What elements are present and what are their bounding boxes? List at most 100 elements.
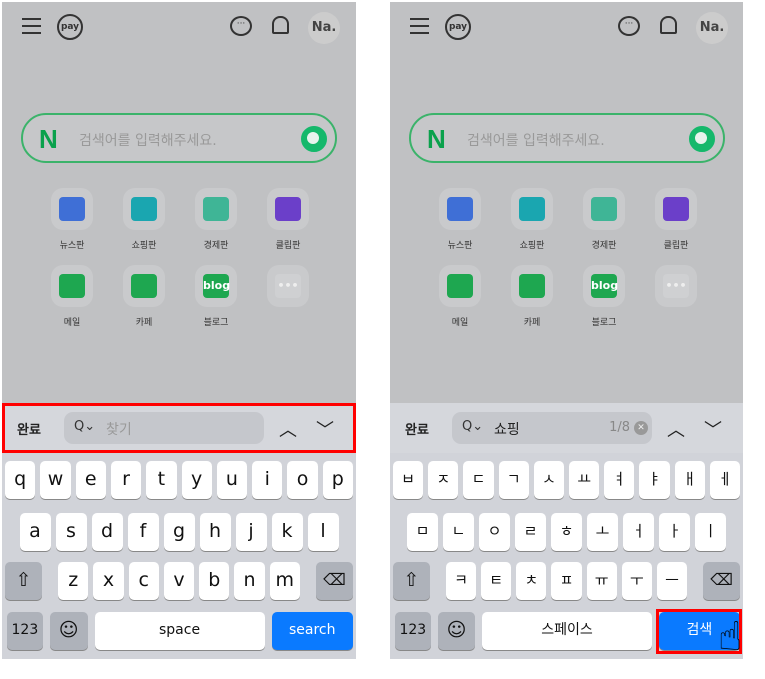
key[interactable]: ㅅ bbox=[533, 461, 564, 499]
key[interactable]: o bbox=[287, 461, 318, 499]
shift-key[interactable]: ⇧ bbox=[4, 562, 43, 600]
clear-icon[interactable]: ✕ bbox=[634, 421, 648, 435]
app-cafe[interactable]: 카페 bbox=[123, 265, 165, 328]
key[interactable]: t bbox=[146, 461, 177, 499]
search-bar[interactable]: N 검색어를 입력해주세요. bbox=[409, 113, 725, 163]
key[interactable]: s bbox=[55, 513, 87, 551]
next-match-icon[interactable]: ﹀ bbox=[704, 416, 722, 442]
key[interactable]: ㅊ bbox=[516, 562, 547, 600]
app-economy[interactable]: 경제판 bbox=[583, 188, 625, 251]
app-more[interactable]: ••• bbox=[655, 265, 697, 328]
bell-icon[interactable] bbox=[272, 16, 289, 34]
key[interactable]: v bbox=[163, 562, 195, 600]
key[interactable]: m bbox=[269, 562, 300, 600]
key[interactable]: ㅌ bbox=[481, 562, 512, 600]
key[interactable]: u bbox=[216, 461, 248, 499]
key[interactable]: ㄱ bbox=[498, 461, 529, 499]
app-clip[interactable]: 클립판 bbox=[267, 188, 309, 251]
key[interactable]: ㅁ bbox=[407, 513, 438, 551]
key[interactable]: ㅐ bbox=[674, 461, 705, 499]
backspace-key[interactable]: ⌫ bbox=[703, 562, 741, 600]
key[interactable]: ㅓ bbox=[623, 513, 654, 551]
key[interactable]: ㅣ bbox=[695, 513, 726, 551]
done-button[interactable]: 완료 bbox=[405, 419, 429, 438]
pay-icon[interactable]: pay bbox=[57, 14, 83, 40]
previous-match-icon[interactable]: ︿ bbox=[667, 416, 685, 442]
emoji-key[interactable]: ☺ bbox=[49, 612, 88, 650]
app-economy[interactable]: 경제판 bbox=[195, 188, 237, 251]
avatar[interactable]: Na. bbox=[696, 12, 728, 44]
app-mail[interactable]: 메일 bbox=[439, 265, 481, 328]
key[interactable]: f bbox=[127, 513, 159, 551]
key[interactable]: ㅂ bbox=[392, 461, 424, 499]
app-label: 카페 bbox=[523, 318, 541, 328]
key[interactable]: q bbox=[5, 461, 36, 499]
key[interactable]: p bbox=[322, 461, 353, 499]
key[interactable]: a bbox=[19, 513, 51, 551]
space-key[interactable]: 스페이스 bbox=[482, 612, 652, 650]
key[interactable]: z bbox=[58, 562, 89, 600]
key[interactable]: ㅍ bbox=[551, 562, 582, 600]
key[interactable]: ㄴ bbox=[443, 513, 474, 551]
menu-icon[interactable] bbox=[410, 18, 429, 34]
key[interactable]: y bbox=[181, 461, 212, 499]
numbers-key[interactable]: 123 bbox=[395, 612, 431, 650]
app-mail[interactable]: 메일 bbox=[51, 265, 93, 328]
key[interactable]: g bbox=[163, 513, 195, 551]
key[interactable]: ㅜ bbox=[621, 562, 652, 600]
key[interactable]: l bbox=[307, 513, 339, 551]
green-dot-button[interactable] bbox=[301, 126, 327, 152]
emoji-key[interactable]: ☺ bbox=[437, 612, 476, 650]
app-label: 경제판 bbox=[591, 241, 617, 251]
search-bar[interactable]: N 검색어를 입력해주세요. bbox=[21, 113, 337, 163]
avatar[interactable]: Na. bbox=[308, 12, 340, 44]
key[interactable]: j bbox=[235, 513, 267, 551]
key[interactable]: ㅠ bbox=[586, 562, 617, 600]
key[interactable]: h bbox=[199, 513, 231, 551]
key[interactable]: b bbox=[199, 562, 230, 600]
search-key[interactable]: search bbox=[271, 612, 353, 650]
space-key[interactable]: space bbox=[94, 612, 265, 650]
chat-icon[interactable]: ··· bbox=[618, 16, 640, 36]
chat-icon[interactable]: ··· bbox=[230, 16, 252, 36]
key[interactable]: ㄷ bbox=[463, 461, 494, 499]
app-clip[interactable]: 클립판 bbox=[655, 188, 697, 251]
key[interactable]: n bbox=[234, 562, 265, 600]
key[interactable]: ㅗ bbox=[587, 513, 618, 551]
key[interactable]: ㅑ bbox=[639, 461, 670, 499]
key[interactable]: k bbox=[271, 513, 303, 551]
key[interactable]: ㅛ bbox=[569, 461, 600, 499]
shift-key[interactable]: ⇧ bbox=[392, 562, 430, 600]
key[interactable]: ㅏ bbox=[659, 513, 690, 551]
app-news[interactable]: 뉴스판 bbox=[51, 188, 93, 251]
key[interactable]: x bbox=[93, 562, 124, 600]
key[interactable]: ㅋ bbox=[445, 562, 477, 600]
key[interactable]: ㅡ bbox=[656, 562, 688, 600]
bell-icon[interactable] bbox=[660, 16, 677, 34]
app-more[interactable]: ••• bbox=[267, 265, 309, 328]
green-dot-button[interactable] bbox=[689, 126, 715, 152]
numbers-key[interactable]: 123 bbox=[7, 612, 43, 650]
app-shopping[interactable]: 쇼핑판 bbox=[123, 188, 165, 251]
app-shopping[interactable]: 쇼핑판 bbox=[511, 188, 553, 251]
find-input[interactable]: Q⌄ 쇼핑 1/8 ✕ bbox=[452, 412, 652, 444]
key[interactable]: ㅎ bbox=[551, 513, 582, 551]
key[interactable]: ㅈ bbox=[428, 461, 459, 499]
key[interactable]: ㅇ bbox=[479, 513, 510, 551]
app-news[interactable]: 뉴스판 bbox=[439, 188, 481, 251]
app-blog[interactable]: blog 블로그 bbox=[583, 265, 625, 328]
key[interactable]: ㅔ bbox=[709, 461, 741, 499]
key[interactable]: d bbox=[91, 513, 123, 551]
menu-icon[interactable] bbox=[22, 18, 41, 34]
app-blog[interactable]: blog 블로그 bbox=[195, 265, 237, 328]
key[interactable]: i bbox=[252, 461, 283, 499]
key[interactable]: ㅕ bbox=[604, 461, 635, 499]
key[interactable]: ㄹ bbox=[515, 513, 546, 551]
app-cafe[interactable]: 카페 bbox=[511, 265, 553, 328]
key[interactable]: c bbox=[128, 562, 159, 600]
pay-icon[interactable]: pay bbox=[445, 14, 471, 40]
backspace-key[interactable]: ⌫ bbox=[315, 562, 354, 600]
key[interactable]: r bbox=[110, 461, 142, 499]
key[interactable]: e bbox=[75, 461, 106, 499]
key[interactable]: w bbox=[40, 461, 71, 499]
